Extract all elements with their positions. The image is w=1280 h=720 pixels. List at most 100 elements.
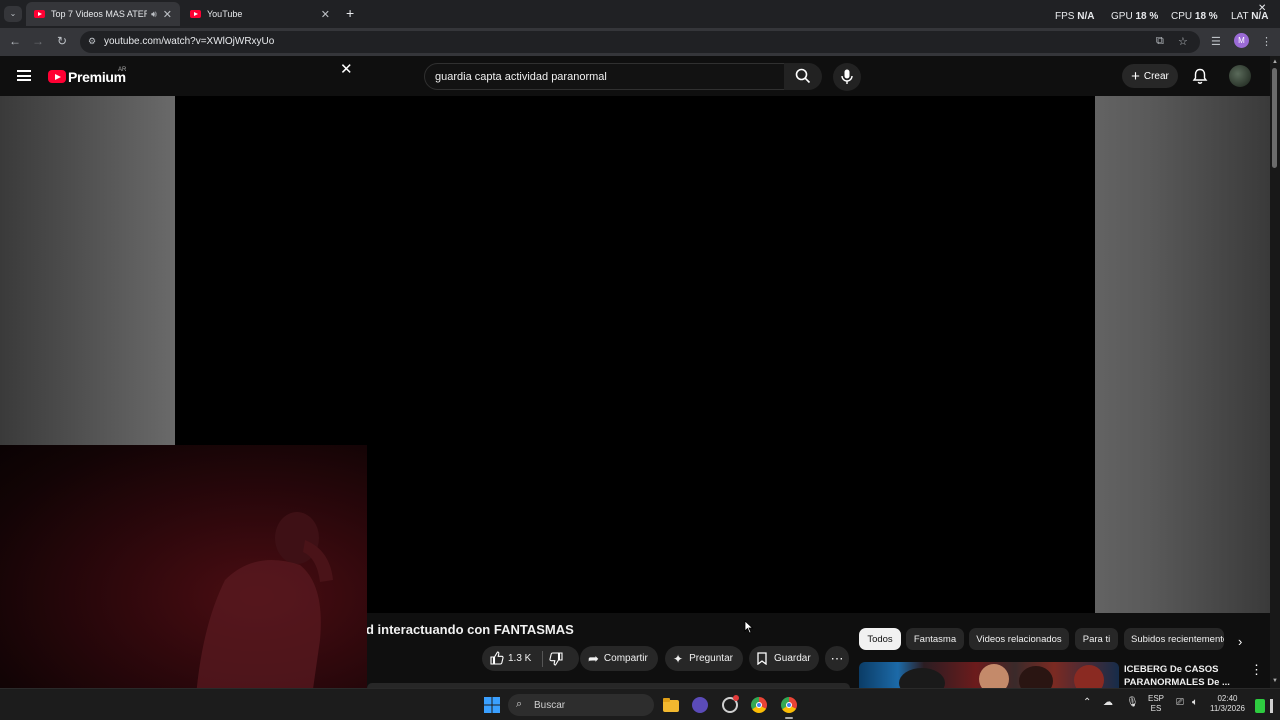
ask-button[interactable]: ✦ Preguntar <box>665 646 743 671</box>
voice-search-button[interactable] <box>833 63 861 91</box>
bookmark-star-icon[interactable]: ☆ <box>1178 35 1188 48</box>
microphone-icon <box>841 69 853 84</box>
user-avatar[interactable] <box>1229 65 1251 87</box>
save-label: Guardar <box>774 653 811 664</box>
url-text[interactable]: youtube.com/watch?v=XWlOjWRxyUo <box>104 36 274 47</box>
recommendation-title[interactable]: ICEBERG De CASOS PARANORMALES De ... <box>1124 663 1234 689</box>
chrome-profile-icon[interactable] <box>781 697 797 719</box>
new-tab-button[interactable]: + <box>346 5 354 21</box>
thumbs-up-icon[interactable] <box>490 651 504 665</box>
country-code: AR <box>118 67 127 73</box>
share-button[interactable]: ➦ Compartir <box>580 646 658 671</box>
tab-close-icon[interactable]: ✕ <box>321 8 330 21</box>
cpu-value: 18 % <box>1194 11 1218 22</box>
recording-dot-icon <box>733 695 739 701</box>
thumbnail-face <box>1019 666 1053 688</box>
address-bar[interactable]: ⚙ youtube.com/watch?v=XWlOjWRxyUo <box>80 31 1200 53</box>
lat-label: LAT <box>1231 11 1249 22</box>
share-icon: ➦ <box>588 650 599 666</box>
hamburger-menu-icon[interactable] <box>17 70 31 81</box>
mouse-cursor-icon <box>744 620 754 634</box>
clock-date: 11/3/2026 <box>1210 704 1245 713</box>
youtube-logo-icon[interactable] <box>48 70 66 83</box>
thumbnail-figure <box>1074 665 1104 688</box>
like-divider <box>542 650 543 667</box>
ambient-glow-left <box>0 96 175 445</box>
search-query-text[interactable]: guardia capta actividad paranormal <box>435 71 607 83</box>
obs-icon[interactable] <box>722 695 739 713</box>
app-tray-icon[interactable] <box>1255 699 1265 713</box>
language-code: ESP <box>1148 694 1165 703</box>
discord-icon[interactable] <box>692 697 708 713</box>
browser-tab-video[interactable]: Top 7 Videos MAS ATERRADO 🔊︎ ✕ <box>26 2 180 26</box>
reload-icon[interactable]: ↻ <box>54 34 70 48</box>
thumbnail-face <box>979 664 1009 688</box>
gpu-label: GPU <box>1111 11 1133 22</box>
share-label: Compartir <box>603 653 648 664</box>
scroll-down-icon[interactable]: ▼ <box>1272 678 1278 684</box>
browser-tab-youtube[interactable]: YouTube ✕ <box>182 2 338 26</box>
browser-tab-strip: ⌄ Top 7 Videos MAS ATERRADO 🔊︎ ✕ YouTube… <box>0 0 1280 28</box>
window-close-icon[interactable]: ✕ <box>1258 3 1266 14</box>
fps-value: N/A <box>1077 11 1095 22</box>
page-scrollbar[interactable]: ▲ ▼ <box>1270 56 1280 688</box>
clear-search-icon[interactable]: ✕ <box>340 60 353 78</box>
fps-readout: FPS N/A <box>1055 11 1094 22</box>
show-desktop-button[interactable] <box>1270 699 1273 713</box>
chip-fantasma[interactable]: Fantasma <box>906 628 964 650</box>
like-count[interactable]: 1.3 K <box>508 653 531 664</box>
site-info-icon[interactable]: ⚙ <box>88 36 96 47</box>
video-title: d interactuando con FANTASMAS <box>366 622 574 637</box>
youtube-header: Premium AR guardia capta actividad paran… <box>0 56 1270 96</box>
chevron-right-icon[interactable]: › <box>1238 634 1242 649</box>
windows-start-icon[interactable] <box>484 697 500 713</box>
microphone-tray-icon[interactable]: 🎙︎ <box>1126 698 1139 708</box>
scrollbar-thumb[interactable] <box>1272 68 1277 168</box>
ambient-glow-right <box>1095 96 1270 613</box>
tab-title: Top 7 Videos MAS ATERRADO <box>51 9 148 19</box>
plus-icon: + <box>1131 67 1140 85</box>
browser-toolbar: ← → ↻ ⚙ youtube.com/watch?v=XWlOjWRxyUo … <box>0 28 1280 56</box>
taskbar-search-icon: ⌕ <box>516 698 523 710</box>
tray-chevron-icon[interactable]: ⌃ <box>1083 698 1091 708</box>
more-actions-button[interactable]: ⋯ <box>825 646 849 671</box>
ask-label: Preguntar <box>689 653 733 664</box>
windows-taskbar: ⌕ Buscar ⌃ ☁ 🎙︎ ESP ES ⎚ 🔈︎ 02:40 11/3/2… <box>0 688 1280 720</box>
onedrive-cloud-icon[interactable]: ☁ <box>1103 698 1113 708</box>
reading-list-icon[interactable]: ☰ <box>1211 35 1221 48</box>
network-icon[interactable]: ⎚ <box>1176 698 1184 708</box>
keyboard-layout: ES <box>1150 704 1162 713</box>
thumbs-down-icon[interactable] <box>549 652 563 666</box>
recommendation-thumbnail[interactable] <box>859 662 1119 688</box>
file-explorer-icon[interactable] <box>663 697 679 713</box>
taskbar-search-label: Buscar <box>534 699 566 711</box>
forward-icon[interactable]: → <box>30 34 46 48</box>
volume-icon[interactable]: 🔈︎ <box>1192 698 1198 708</box>
more-vertical-icon[interactable]: ⋮ <box>1250 662 1263 678</box>
clock[interactable]: 02:40 11/3/2026 <box>1210 694 1245 714</box>
tab-title: YouTube <box>207 9 243 19</box>
search-button[interactable] <box>784 63 822 90</box>
tab-close-icon[interactable]: ✕ <box>163 8 172 21</box>
clock-time: 02:40 <box>1217 694 1238 703</box>
chip-para-ti[interactable]: Para ti <box>1075 628 1118 650</box>
search-input[interactable]: guardia capta actividad paranormal <box>424 63 786 90</box>
chip-todos[interactable]: Todos <box>859 628 901 650</box>
chip-subidos-recientemente[interactable]: Subidos recientemente <box>1124 628 1224 650</box>
back-icon[interactable]: ← <box>7 34 23 48</box>
youtube-favicon-icon <box>34 10 45 18</box>
tab-search-icon[interactable]: ⌄ <box>4 6 22 22</box>
browser-menu-icon[interactable]: ⋮ <box>1261 35 1272 48</box>
save-button[interactable]: Guardar <box>749 646 819 671</box>
taskbar-search[interactable]: ⌕ Buscar <box>508 694 654 716</box>
notifications-bell-icon[interactable] <box>1192 68 1208 85</box>
chip-videos-relacionados[interactable]: Videos relacionados <box>969 628 1069 650</box>
create-button[interactable]: + Crear <box>1122 64 1178 88</box>
profile-avatar[interactable]: M <box>1234 33 1249 48</box>
install-app-icon[interactable]: ⧉ <box>1156 35 1164 48</box>
scroll-up-icon[interactable]: ▲ <box>1272 59 1278 65</box>
youtube-favicon-icon <box>190 10 201 18</box>
chrome-icon[interactable] <box>751 697 767 713</box>
speaker-icon[interactable]: 🔊︎ <box>151 9 157 20</box>
language-indicator[interactable]: ESP ES <box>1148 694 1164 714</box>
